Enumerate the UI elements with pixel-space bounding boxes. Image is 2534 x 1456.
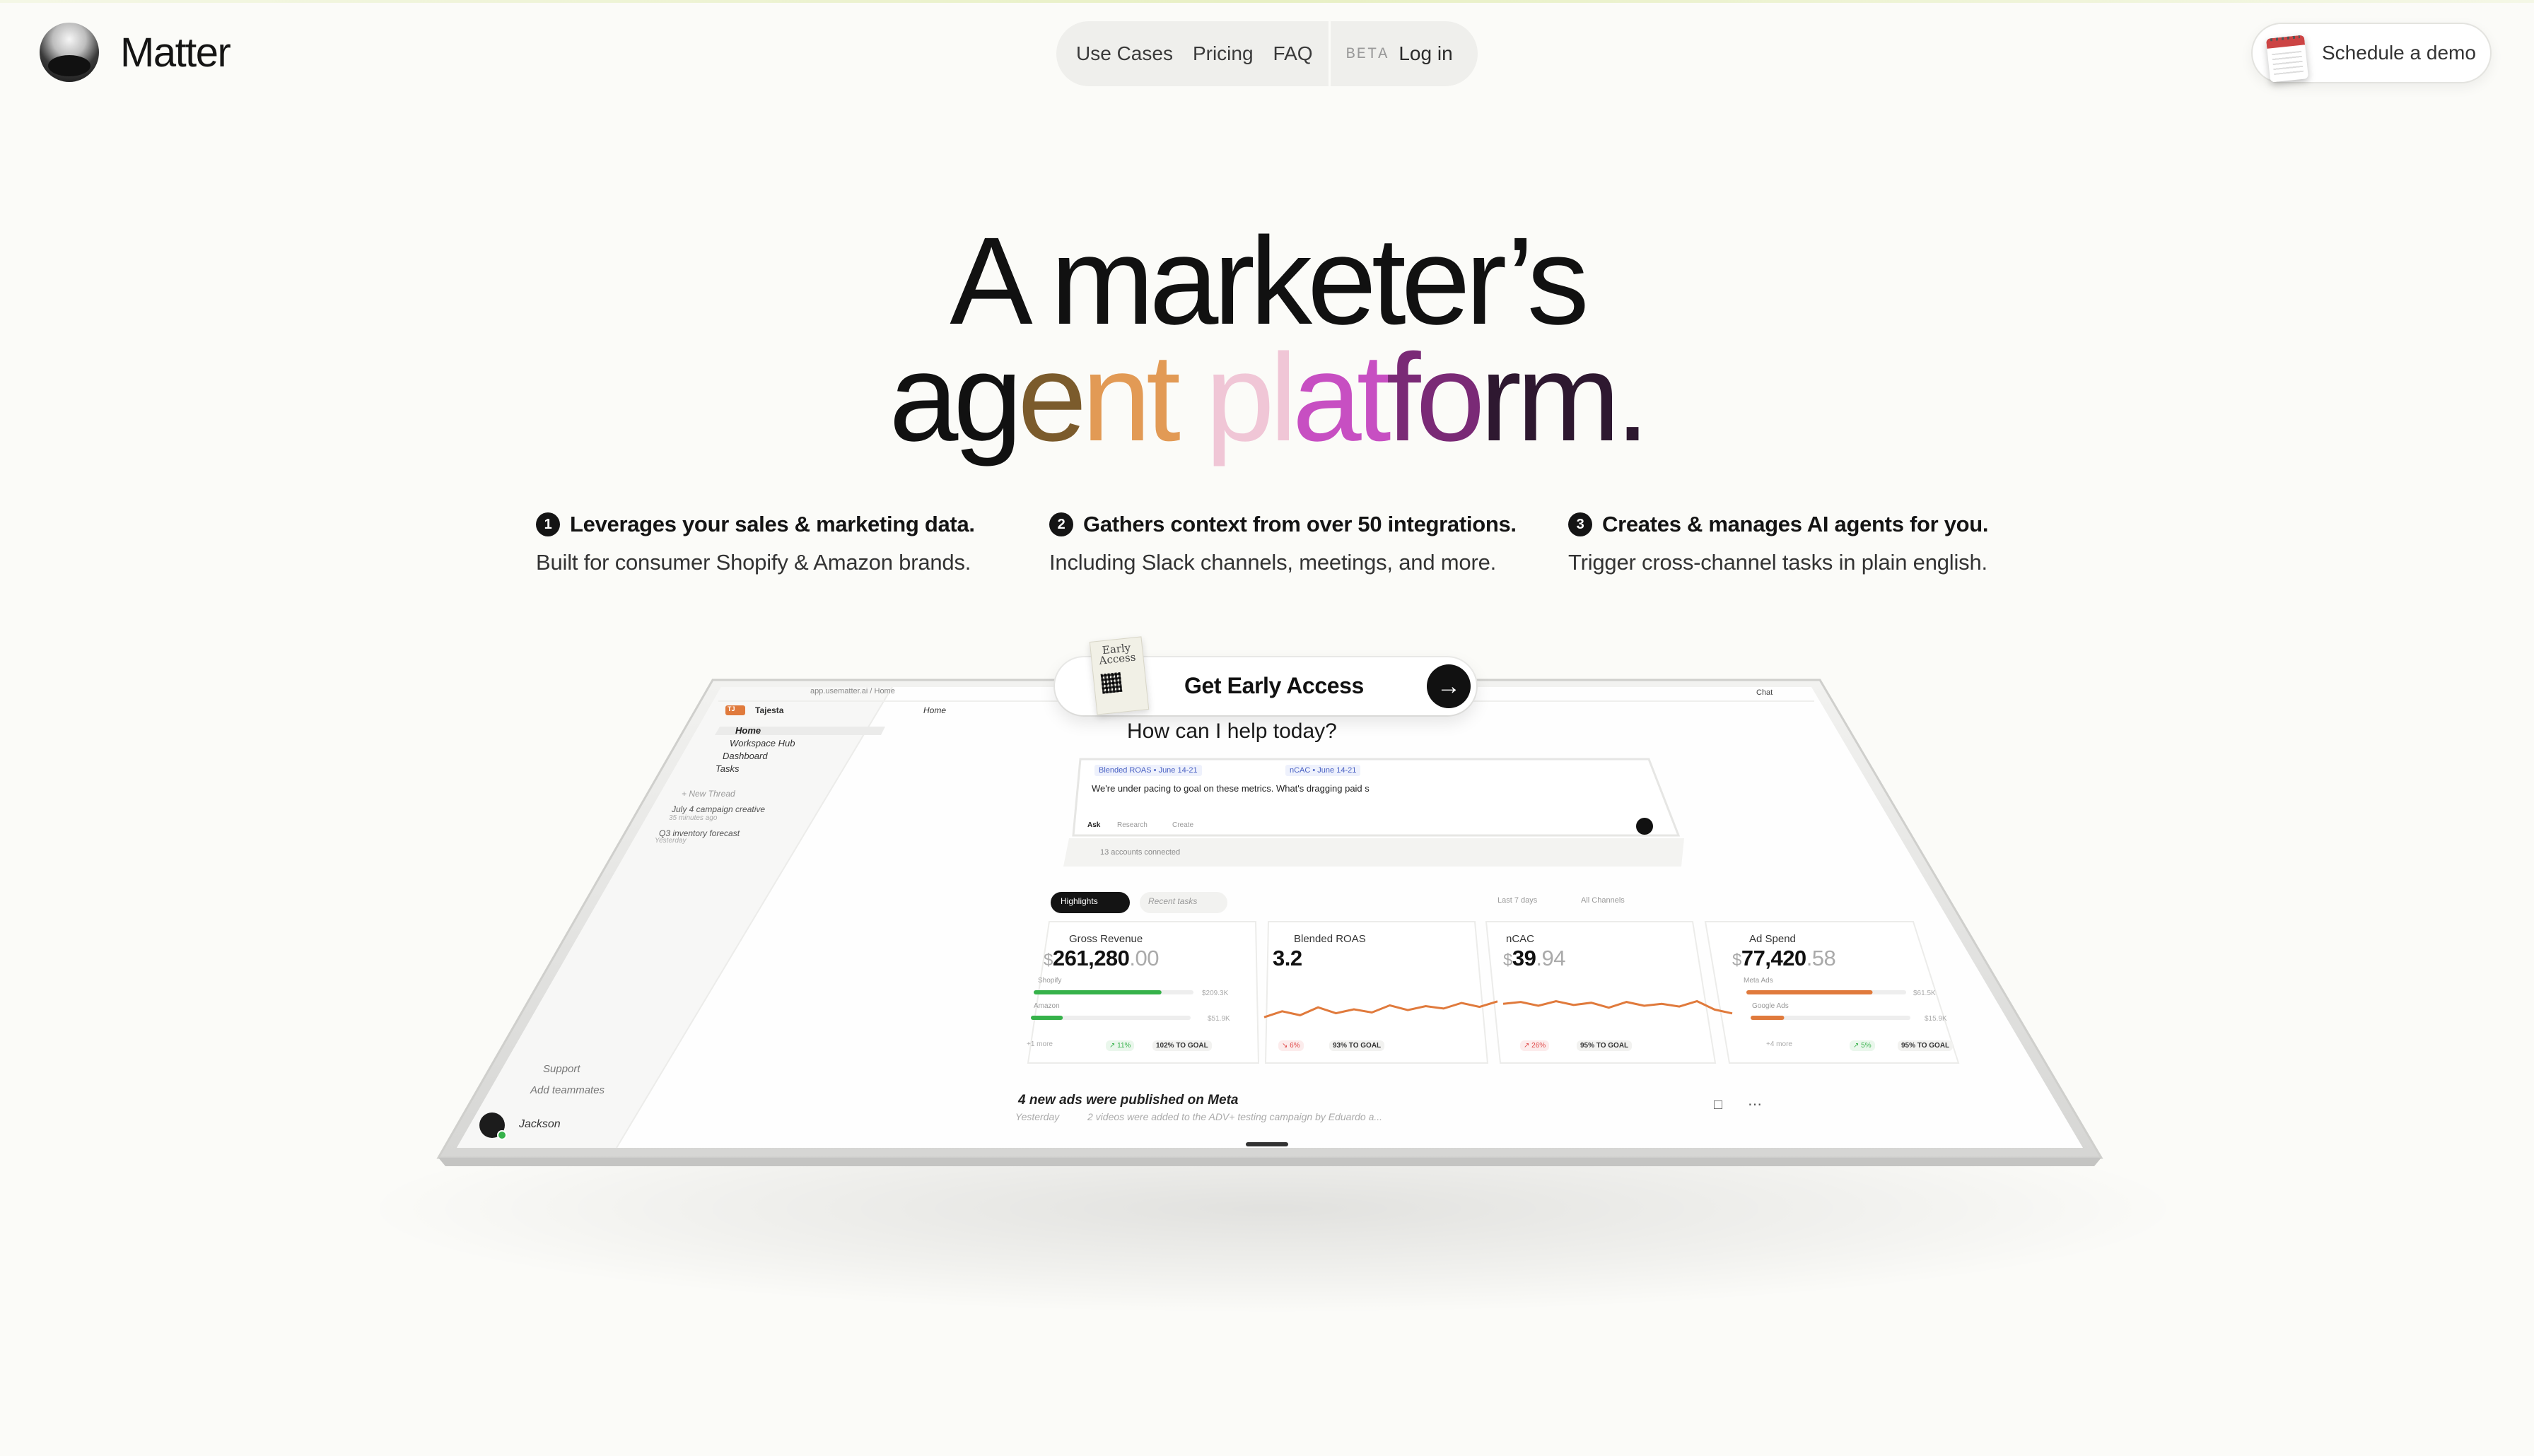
online-status-dot: [497, 1130, 507, 1140]
progress-bar-shopify: [1034, 990, 1162, 994]
arrow-right-icon: →: [1427, 664, 1471, 708]
metric-title: Gross Revenue: [1069, 933, 1143, 945]
thread-item-time: 35 minutes ago: [669, 814, 718, 822]
metric-goal: 95% TO GOAL: [1898, 1040, 1954, 1051]
chat-button[interactable]: Chat: [1756, 688, 1773, 697]
metric-title: Ad Spend: [1749, 933, 1796, 945]
metric-change: ↗ 11%: [1106, 1040, 1135, 1051]
sidebar-item-workspace-hub[interactable]: Workspace Hub: [730, 738, 795, 748]
qr-code-icon: [1100, 671, 1123, 694]
ticket-label: Early Access: [1098, 641, 1137, 667]
prompt-input[interactable]: We're under pacing to goal on these metr…: [1092, 783, 1370, 794]
comment-icon[interactable]: □: [1714, 1097, 1722, 1113]
metric-row-value: $15.9K: [1925, 1015, 1947, 1023]
filter-date[interactable]: Last 7 days: [1497, 896, 1537, 905]
sidebar-item-home[interactable]: Home: [735, 725, 761, 736]
metric-change: ↗ 5%: [1850, 1040, 1875, 1051]
progress-bar-google: [1751, 1016, 1785, 1020]
prompt-heading: How can I help today?: [1127, 720, 1337, 743]
tab-recent-tasks[interactable]: Recent tasks: [1148, 896, 1197, 906]
thread-item-time: Yesterday: [655, 837, 687, 845]
feed-time: Yesterday: [1015, 1111, 1060, 1122]
user-name[interactable]: Jackson: [519, 1118, 561, 1131]
metric-value: $77,420.58: [1732, 946, 1836, 970]
workspace-name[interactable]: Tajesta: [755, 705, 783, 715]
device-base-edge: [438, 1158, 2101, 1166]
metric-change: ↗ 26%: [1520, 1040, 1550, 1051]
metric-goal: 95% TO GOAL: [1577, 1040, 1633, 1051]
send-icon: [1636, 818, 1653, 835]
add-teammates-link[interactable]: Add teammates: [530, 1084, 605, 1096]
metric-value: $261,280.00: [1044, 946, 1160, 970]
tab-highlights[interactable]: Highlights: [1061, 896, 1098, 906]
metric-row-label: Meta Ads: [1744, 977, 1773, 985]
support-link[interactable]: Support: [543, 1063, 580, 1075]
metric-title: Blended ROAS: [1294, 933, 1366, 945]
metric-more[interactable]: +1 more: [1027, 1040, 1053, 1048]
metric-goal: 93% TO GOAL: [1329, 1040, 1385, 1051]
get-early-access-label: Get Early Access: [1184, 673, 1364, 698]
more-options-icon[interactable]: ⋯: [1748, 1096, 1762, 1113]
app-url: app.usematter.ai / Home: [810, 687, 895, 695]
accounts-connected[interactable]: 13 accounts connected: [1100, 848, 1180, 857]
metric-row-label: Amazon: [1034, 1002, 1060, 1010]
metric-more[interactable]: +4 more: [1766, 1040, 1792, 1048]
mode-ask[interactable]: Ask: [1087, 821, 1100, 829]
workspace-badge-label: TJ: [728, 705, 735, 712]
sidebar-item-tasks[interactable]: Tasks: [716, 763, 739, 774]
mode-research[interactable]: Research: [1117, 821, 1148, 829]
context-chip[interactable]: nCAC • June 14-21: [1285, 765, 1361, 776]
sidebar-item-dashboard[interactable]: Dashboard: [723, 751, 768, 761]
progress-bar-meta: [1746, 990, 1873, 994]
new-thread-button[interactable]: + New Thread: [682, 789, 735, 799]
context-chip[interactable]: Blended ROAS • June 14-21: [1094, 765, 1202, 776]
feed-title[interactable]: 4 new ads were published on Meta: [1018, 1093, 1238, 1108]
progress-bar-amazon: [1031, 1016, 1063, 1020]
metric-value: $39.94: [1503, 946, 1565, 970]
metric-change: ↘ 6%: [1278, 1040, 1304, 1051]
metric-row-value: $209.3K: [1202, 990, 1229, 997]
metric-goal: 102% TO GOAL: [1152, 1040, 1212, 1051]
thread-item-title[interactable]: July 4 campaign creative: [672, 804, 765, 814]
home-indicator: [1246, 1142, 1288, 1146]
early-access-ticket: Early Access: [1089, 636, 1150, 715]
mode-create[interactable]: Create: [1172, 821, 1193, 829]
metric-row-label: Google Ads: [1752, 1002, 1789, 1010]
metric-title: nCAC: [1506, 933, 1535, 945]
metric-value: 3.2: [1273, 946, 1302, 970]
filter-channels[interactable]: All Channels: [1581, 896, 1625, 905]
breadcrumb-home[interactable]: Home: [923, 705, 946, 715]
metric-row-value: $51.9K: [1208, 1015, 1230, 1023]
feed-description: 2 videos were added to the ADV+ testing …: [1087, 1111, 1383, 1122]
metric-row-value: $61.5K: [1913, 990, 1936, 997]
metric-row-label: Shopify: [1038, 977, 1062, 985]
